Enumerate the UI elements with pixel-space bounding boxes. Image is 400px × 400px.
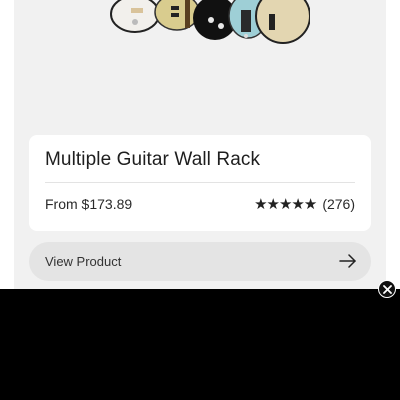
product-title: Multiple Guitar Wall Rack [45,149,261,170]
close-button[interactable] [378,280,396,298]
product-image[interactable] [105,0,310,48]
video-overlay [0,289,400,400]
guitar-natural [255,0,310,44]
arrow-right-icon [339,254,356,268]
product-card: Multiple Guitar Wall Rack From $173.89 ★… [29,135,371,231]
divider [45,182,355,183]
guitar-gold [154,0,200,31]
guitar-white [110,0,160,33]
review-count: (276) [322,196,355,212]
product-price: From $173.89 [45,196,133,212]
rating[interactable]: ★★★★★ (276) [254,195,355,213]
view-product-button[interactable]: View Product [29,242,371,281]
view-product-label: View Product [45,254,122,269]
star-rating-icon: ★★★★★ [254,196,317,213]
close-icon [382,284,392,294]
